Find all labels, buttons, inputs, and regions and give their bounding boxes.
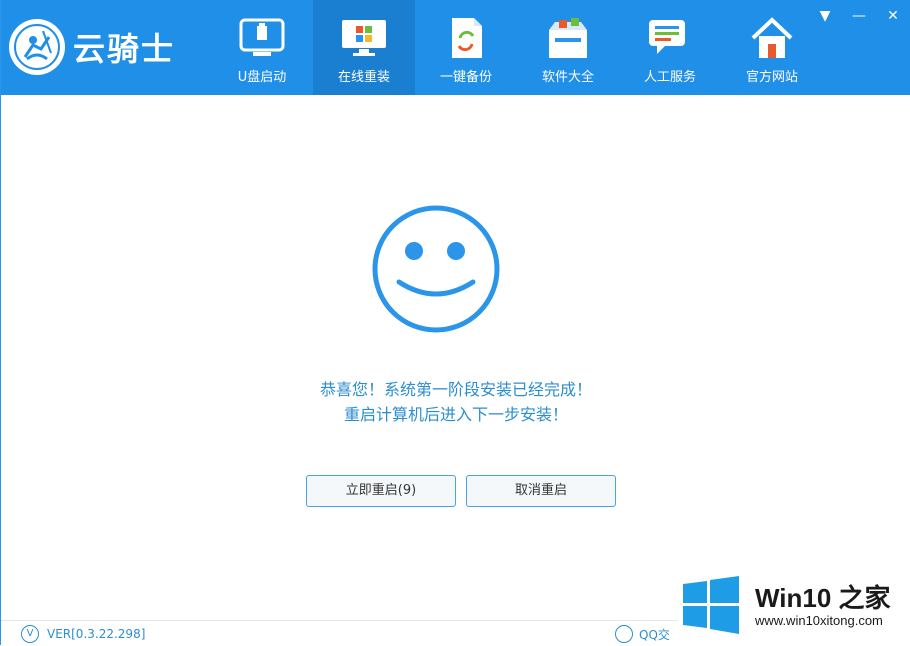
close-icon[interactable]: ✕: [885, 8, 901, 24]
nav-label: 软件大全: [541, 70, 594, 85]
window-controls: ▼ — ✕: [817, 8, 901, 24]
qq-icon: [615, 625, 633, 643]
nav-label: 官方网站: [745, 70, 798, 85]
nav-online-reinstall[interactable]: 在线重装: [313, 0, 415, 95]
windows-monitor-icon: [340, 16, 388, 60]
nav-one-key-backup[interactable]: 一键备份: [415, 0, 517, 95]
nav-label: U盘启动: [237, 70, 287, 85]
app-logo: 云骑士: [9, 14, 209, 80]
qq-group-link[interactable]: QQ交: [615, 625, 670, 643]
chat-service-icon: [646, 16, 694, 60]
nav-human-service[interactable]: 人工服务: [619, 0, 721, 95]
app-name: 云骑士: [73, 30, 176, 68]
software-box-icon: [544, 16, 592, 60]
watermark-title: Win10 之家: [755, 583, 891, 613]
cancel-restart-button[interactable]: 取消重启: [466, 475, 616, 507]
restart-hint: 重启计算机后进入下一步安装！: [343, 405, 568, 424]
usb-drive-icon: [238, 16, 286, 60]
smiley-face-icon: [372, 205, 500, 333]
nav-usb-boot[interactable]: U盘启动: [211, 0, 313, 95]
knight-logo-icon: [9, 19, 65, 75]
qq-label: QQ交: [639, 627, 670, 642]
success-message: 恭喜您！系统第一阶段安装已经完成！: [319, 380, 592, 399]
backup-document-icon: [442, 16, 490, 60]
restart-now-button[interactable]: 立即重启(9): [306, 475, 456, 507]
version-info: V VER[0.3.22.298]: [21, 625, 145, 643]
app-window: 云骑士 U盘启动 在线重装 一键备份 软件大全 人工服务 官方网站 ▼ — ✕ …: [0, 0, 910, 645]
windows-logo-icon: [683, 576, 739, 634]
nav-official-site[interactable]: 官方网站: [721, 0, 823, 95]
home-icon: [748, 16, 796, 60]
nav-label: 在线重装: [337, 70, 390, 85]
version-icon: V: [21, 625, 39, 643]
nav-label: 人工服务: [643, 70, 696, 85]
watermark-url: www.win10xitong.com: [755, 613, 883, 628]
main-nav: U盘启动 在线重装 一键备份 软件大全 人工服务 官方网站: [211, 0, 823, 95]
version-text: VER[0.3.22.298]: [47, 627, 146, 641]
minimize-icon[interactable]: —: [851, 8, 867, 24]
nav-label: 一键备份: [439, 70, 492, 85]
menu-dropdown-icon[interactable]: ▼: [817, 8, 833, 24]
header-bar: 云骑士 U盘启动 在线重装 一键备份 软件大全 人工服务 官方网站 ▼ — ✕: [1, 0, 910, 95]
watermark: Win10 之家 www.win10xitong.com: [677, 566, 910, 645]
nav-software[interactable]: 软件大全: [517, 0, 619, 95]
